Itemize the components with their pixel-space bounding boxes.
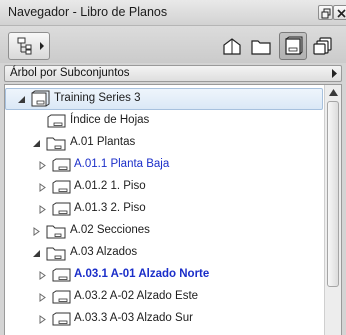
tree-item-label: Training Series 3 — [54, 92, 141, 104]
collapsed-arrow-icon[interactable] — [38, 205, 47, 214]
scroll-up-arrow-icon[interactable] — [329, 89, 338, 96]
layout-sheet-icon — [52, 202, 71, 216]
tree-row-a032-alzado-este[interactable]: A.03.2 A-02 Alzado Este — [5, 286, 323, 308]
tree-item-label: A.03.1 A-01 Alzado Norte — [74, 268, 210, 280]
collapsed-arrow-icon[interactable] — [38, 183, 47, 192]
scrollbar-thumb[interactable] — [327, 101, 339, 287]
collapsed-arrow-icon[interactable] — [38, 293, 47, 302]
collapsed-arrow-icon[interactable] — [38, 315, 47, 324]
tree-row-a033-alzado-sur[interactable]: A.03.3 A-03 Alzado Sur — [5, 308, 323, 330]
tree-item-label: A.03.3 A-03 Alzado Sur — [74, 312, 193, 324]
tree-item-label: A.01.1 Planta Baja — [74, 158, 170, 170]
project-map-button[interactable] — [220, 34, 244, 58]
tree-item-label: A.03 Alzados — [70, 246, 138, 258]
restore-button[interactable] — [318, 5, 333, 20]
layout-book-tree-panel: Training Series 3 Índice de Hojas A.01 P… — [4, 84, 342, 335]
subset-dropdown-label: Árbol por Subconjuntos — [10, 67, 130, 79]
tree-item-label: A.01.2 1. Piso — [74, 180, 146, 192]
collapsed-arrow-icon[interactable] — [32, 227, 41, 236]
subset-dropdown[interactable]: Árbol por Subconjuntos — [4, 65, 342, 82]
tree-options-icon — [17, 37, 44, 55]
tree-item-label: Índice de Hojas — [70, 114, 150, 126]
house-icon — [223, 38, 241, 55]
layout-book-icon — [285, 36, 303, 55]
collapsed-arrow-icon[interactable] — [38, 161, 47, 170]
view-map-button[interactable] — [249, 34, 273, 58]
publisher-sets-button[interactable] — [311, 34, 335, 58]
tree-item-label: A.03.2 A-02 Alzado Este — [74, 290, 199, 302]
expanded-arrow-icon[interactable] — [32, 249, 41, 258]
layout-sheet-icon — [52, 180, 71, 194]
window-title: Navegador - Libro de Planos — [8, 5, 168, 19]
tree-options-button[interactable] — [8, 32, 50, 60]
layout-sheet-icon — [52, 312, 71, 326]
subset-folder-icon — [46, 225, 66, 239]
layout-book-button[interactable] — [279, 32, 307, 60]
layout-sheet-icon — [52, 268, 71, 282]
tree-row-a013-2-piso[interactable]: A.01.3 2. Piso — [5, 198, 323, 220]
folder-icon — [251, 40, 271, 55]
tree-item-label: A.01.3 2. Piso — [74, 202, 146, 214]
layout-sheet-icon — [52, 158, 71, 172]
expanded-arrow-icon[interactable] — [17, 95, 26, 104]
restore-icon — [321, 8, 331, 19]
tree-row-indice-de-hojas[interactable]: Índice de Hojas — [5, 110, 323, 132]
subset-folder-icon — [46, 137, 66, 151]
tree-row-a031-alzado-norte[interactable]: A.03.1 A-01 Alzado Norte — [5, 264, 323, 286]
tree-row-a02-secciones[interactable]: A.02 Secciones — [5, 220, 323, 242]
subset-folder-icon — [46, 247, 66, 261]
tree-row-a012-1-piso[interactable]: A.01.2 1. Piso — [5, 176, 323, 198]
navigator-toolbar — [0, 26, 346, 63]
publisher-sets-icon — [313, 37, 332, 55]
tree-row-a03-alzados[interactable]: A.03 Alzados — [5, 242, 323, 264]
tree-row-a01-plantas[interactable]: A.01 Plantas — [5, 132, 323, 154]
layout-sheet-icon — [52, 290, 71, 304]
tree-item-label: A.02 Secciones — [70, 224, 150, 236]
window-titlebar[interactable]: Navegador - Libro de Planos — [0, 0, 346, 26]
collapsed-arrow-icon[interactable] — [38, 271, 47, 280]
tree-item-label: A.01 Plantas — [70, 136, 136, 148]
tree-row-a011-planta-baja[interactable]: A.01.1 Planta Baja — [5, 154, 323, 176]
close-button[interactable] — [333, 5, 346, 20]
layout-sheet-icon — [47, 114, 66, 128]
close-icon — [337, 9, 346, 18]
expanded-arrow-icon[interactable] — [32, 139, 41, 148]
layout-book-tree: Training Series 3 Índice de Hojas A.01 P… — [5, 85, 323, 335]
tree-row-training-series[interactable]: Training Series 3 — [5, 88, 323, 110]
chevron-right-icon — [332, 69, 337, 78]
tree-scrollbar[interactable] — [324, 85, 341, 335]
layout-book-icon — [31, 90, 50, 107]
